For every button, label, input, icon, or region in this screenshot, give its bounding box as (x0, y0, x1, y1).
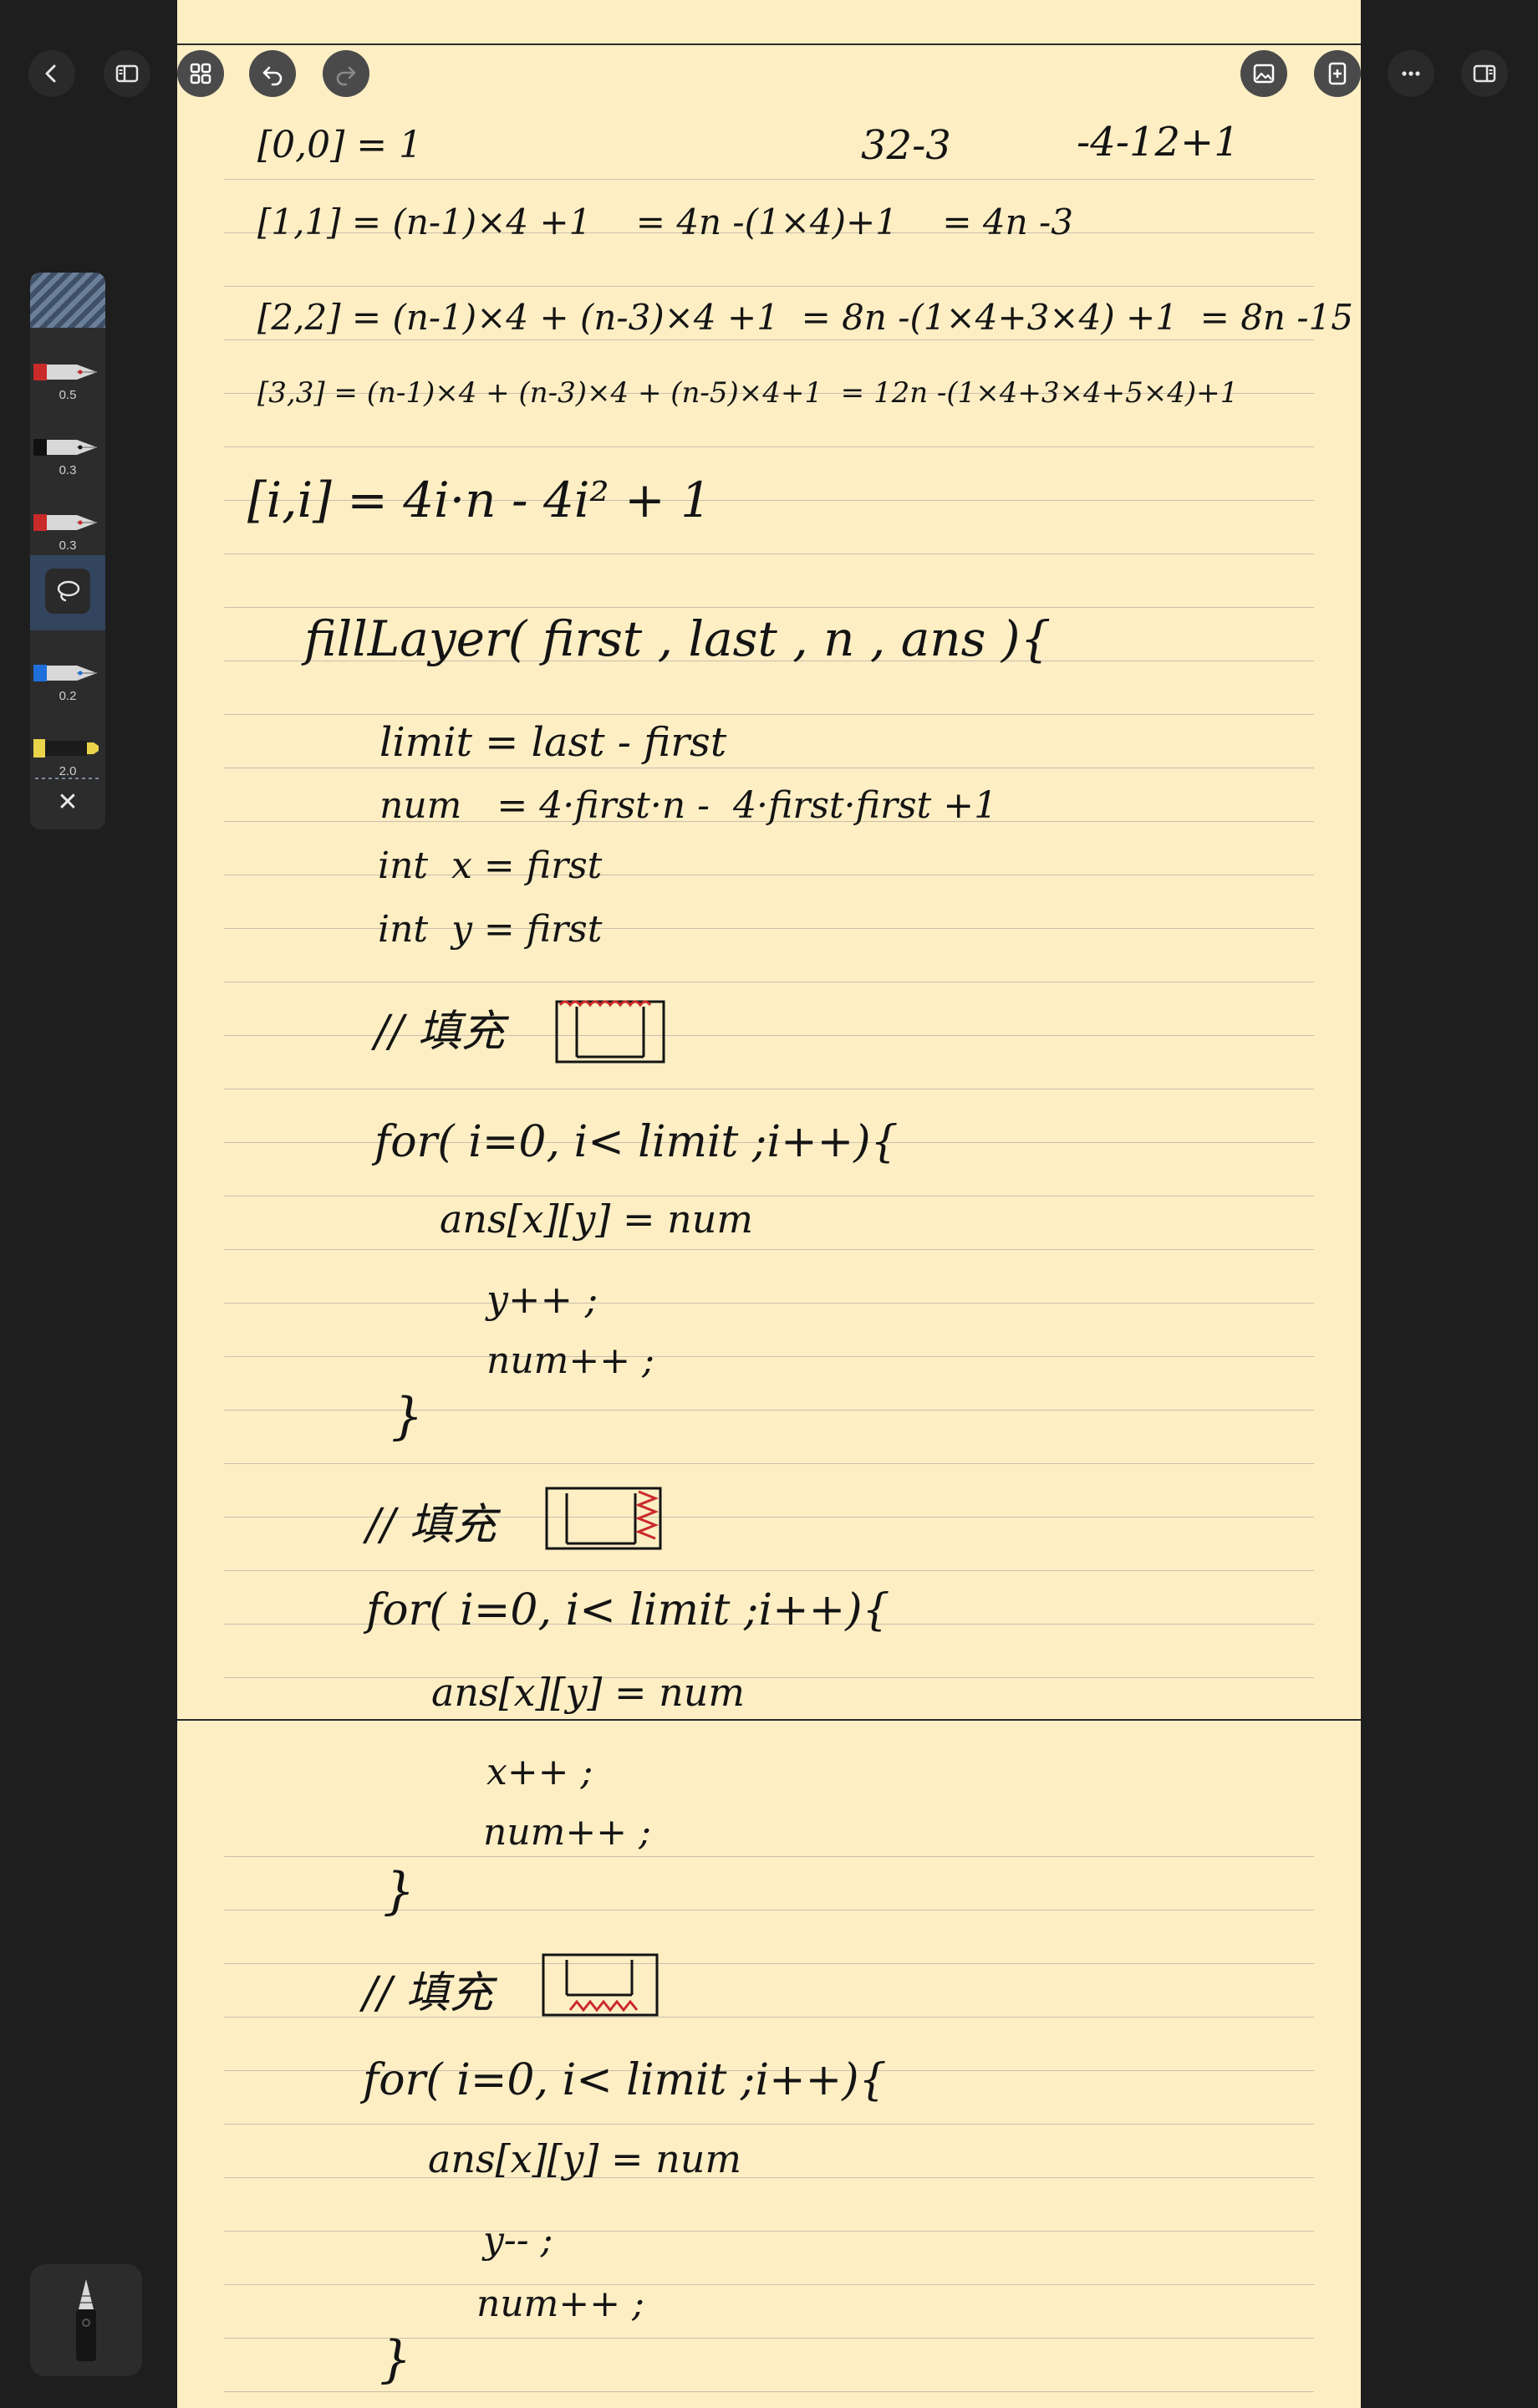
note-line: num = 4·first·n - 4·first·first +1 (379, 784, 998, 827)
ruled-line (224, 286, 1314, 287)
panel-divider (35, 778, 100, 779)
ruled-line (224, 1570, 1314, 1571)
pen-tool-black[interactable]: 0.3 (30, 418, 105, 493)
note-comment: // 填充 (366, 1500, 497, 1550)
ruled-line (224, 1463, 1314, 1464)
note-line: for( i=0, i< limit ;i++){ (363, 2055, 887, 2105)
sidebar-icon (115, 64, 139, 83)
layer-right-sketch (545, 1487, 662, 1550)
pen-tool-blue[interactable]: 0.2 (30, 644, 105, 719)
ruled-line (224, 2284, 1314, 2285)
sidebar-toggle-button[interactable] (104, 50, 150, 97)
note-line: [2,2] = (n-1)×4 + (n-3)×4 +1 = 8n -(1×4+… (257, 297, 1353, 338)
note-line: [0,0] = 1 (257, 124, 423, 166)
pencil-icon (76, 2279, 96, 2361)
page-top-border (177, 43, 1361, 45)
note-line: [3,3] = (n-1)×4 + (n-3)×4 + (n-5)×4+1 = … (257, 376, 1239, 410)
ruled-line (224, 1963, 1314, 1964)
panel-icon (1473, 64, 1496, 83)
note-comment: // 填充 (363, 1968, 493, 2018)
pen-size-label: 0.3 (59, 538, 77, 553)
fountain-pen-icon (33, 439, 97, 456)
close-toolbox-button[interactable]: ✕ (30, 786, 105, 819)
highlighter-icon (33, 739, 99, 758)
layer-top-sketch (555, 1000, 665, 1064)
more-icon (1402, 71, 1420, 76)
redo-button[interactable] (323, 50, 369, 97)
add-page-button[interactable] (1314, 50, 1361, 97)
chevron-left-icon (45, 64, 56, 83)
grid-icon (190, 63, 211, 84)
note-line: fillLayer( first , last , n , ans ){ (304, 610, 1052, 667)
note-line: for( i=0, i< limit ;i++){ (374, 1117, 899, 1167)
note-line: num++ ; (476, 2283, 644, 2325)
lasso-tool-button[interactable] (45, 569, 90, 614)
pen-size-label: 0.2 (59, 689, 77, 703)
insert-image-button[interactable] (1240, 50, 1287, 97)
note-line: ans[x][y] = num (440, 1196, 754, 1242)
active-pen-button[interactable] (30, 2264, 142, 2376)
ruled-line (224, 1356, 1314, 1357)
note-line: num++ ; (483, 1811, 651, 1854)
page-divider (177, 1719, 1361, 1721)
highlighter-tool-yellow[interactable]: 2.0 (30, 719, 105, 794)
ruled-line (224, 714, 1314, 715)
pen-tool-red[interactable]: 0.5 (30, 343, 105, 418)
fountain-pen-icon (33, 364, 97, 380)
ruled-line (224, 1410, 1314, 1411)
fountain-pen-icon (33, 665, 97, 681)
margin-note: -4-12+1 (1077, 119, 1240, 166)
ruled-line (224, 2391, 1314, 2392)
undo-icon (262, 66, 283, 86)
note-line: for( i=0, i< limit ;i++){ (366, 1585, 890, 1635)
ruled-line (224, 2124, 1314, 2125)
note-line: [1,1] = (n-1)×4 +1 = 4n -(1×4)+1 = 4n -3 (257, 202, 1073, 242)
note-line: y-- ; (483, 2219, 553, 2262)
note-line: limit = last - first (379, 719, 727, 766)
pen-size-label: 0.3 (59, 463, 77, 477)
eraser-tool[interactable] (30, 273, 105, 328)
ruled-line (224, 1249, 1314, 1250)
note-line: } (391, 1387, 424, 1446)
ruled-line (224, 1856, 1314, 1857)
back-button[interactable] (28, 50, 75, 97)
note-line: int x = first (378, 844, 603, 887)
image-icon (1253, 64, 1275, 84)
side-panel-button[interactable] (1461, 50, 1508, 97)
note-line: [i,i] = 4i·n - 4i² + 1 (247, 472, 712, 528)
undo-button[interactable] (249, 50, 296, 97)
lasso-icon (57, 580, 80, 602)
notebook-page[interactable]: [0,0] = 1 32-3 -4-12+1 [1,1] = (n-1)×4 +… (177, 0, 1361, 2408)
note-line: int y = first (378, 908, 603, 951)
ruled-line (224, 1677, 1314, 1678)
lasso-tool-row[interactable] (30, 555, 105, 630)
note-line: y++ ; (486, 1277, 598, 1322)
note-line: } (379, 2330, 412, 2389)
close-icon: ✕ (57, 788, 79, 817)
ruled-line (224, 2177, 1314, 2178)
note-line: num++ ; (486, 1339, 654, 1382)
redo-icon (336, 66, 356, 86)
ruled-line (224, 607, 1314, 608)
page-grid-button[interactable] (177, 50, 224, 97)
note-line: ans[x][y] = num (428, 2136, 742, 2181)
ruled-line (224, 2231, 1314, 2232)
note-line: ans[x][y] = num (431, 1670, 746, 1715)
add-page-icon (1328, 62, 1347, 85)
more-options-button[interactable] (1388, 50, 1434, 97)
pen-toolbox: 0.5 0.3 0.3 0.2 2.0 ✕ (30, 273, 105, 829)
ruled-line (224, 179, 1314, 180)
pen-size-label: 2.0 (59, 764, 77, 778)
note-line: x++ ; (486, 1751, 593, 1793)
note-comment: // 填充 (374, 1007, 505, 1057)
ruled-line (224, 446, 1314, 447)
margin-note: 32-3 (861, 122, 951, 169)
pen-size-label: 0.5 (59, 388, 77, 402)
note-line: } (383, 1862, 415, 1921)
layer-bottom-sketch (542, 1953, 659, 2017)
fountain-pen-icon (33, 514, 97, 531)
